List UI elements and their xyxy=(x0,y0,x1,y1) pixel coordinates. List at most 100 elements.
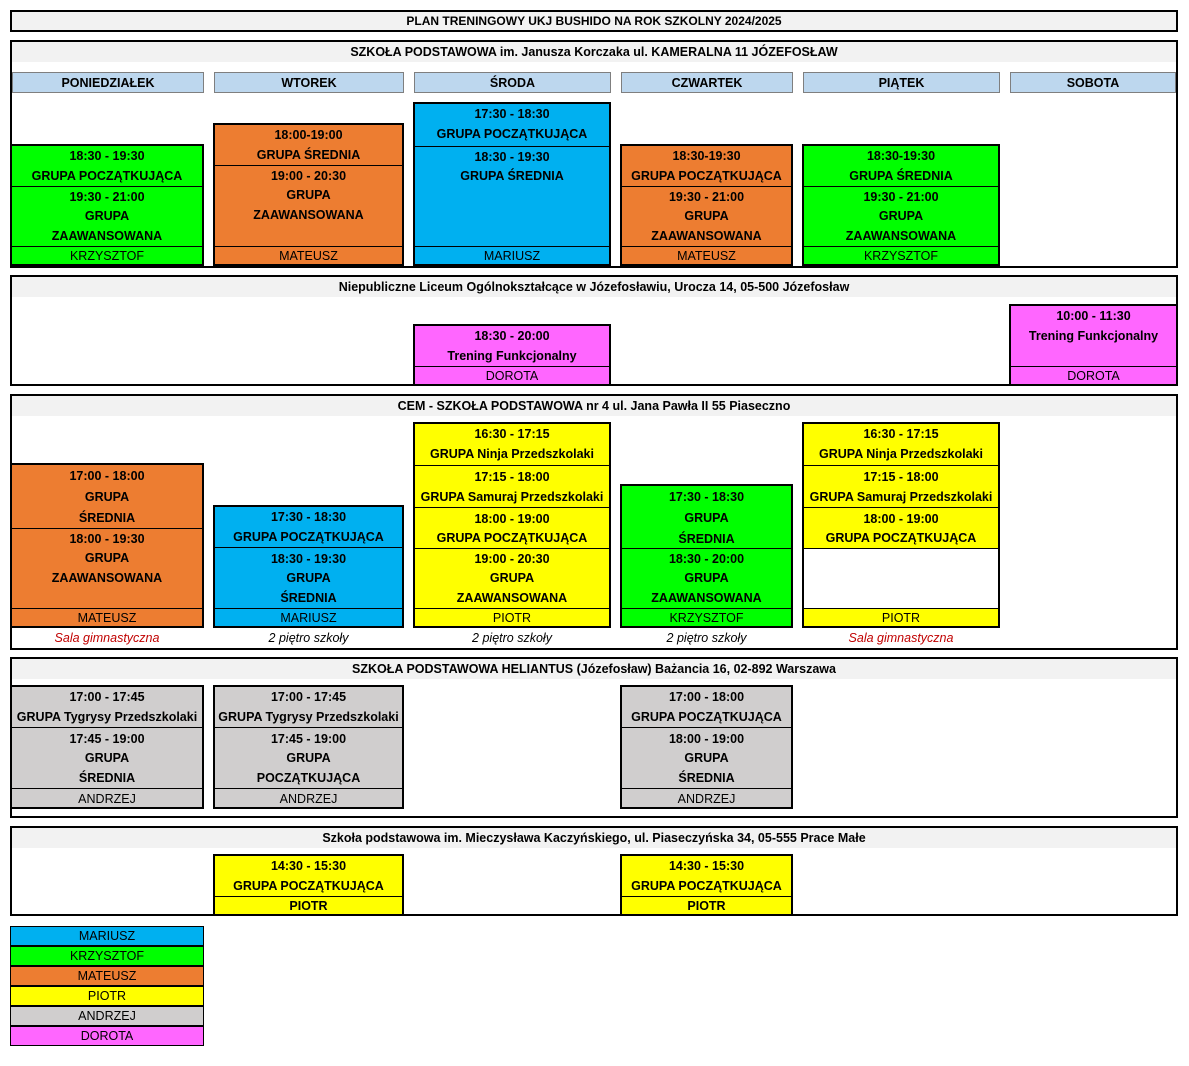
trainer-name: KRZYSZTOF xyxy=(804,246,998,265)
schedule-block-s3-friday: 16:30 - 17:15 GRUPA Ninja Przedszkolaki … xyxy=(802,422,1000,628)
time-slot: 18:30 - 19:30 xyxy=(215,547,402,569)
page-title: PLAN TRENINGOWY UKJ BUSHIDO NA ROK SZKOL… xyxy=(10,10,1178,32)
schedule-block-s3-tuesday: 17:30 - 18:30 GRUPA POCZĄTKUJĄCA 18:30 -… xyxy=(213,505,404,628)
time-slot: 19:30 - 21:00 xyxy=(12,186,202,207)
group-name: ZAAWANSOWANA xyxy=(51,229,163,243)
group-name: GRUPA ŚREDNIA xyxy=(849,169,953,183)
group-name: GRUPA xyxy=(684,751,729,765)
day-header-saturday: SOBOTA xyxy=(1010,72,1176,93)
time-slot: 17:30 - 18:30 xyxy=(474,107,550,121)
time-slot: 17:00 - 17:45 xyxy=(69,690,145,704)
group-name: ŚREDNIA xyxy=(678,771,735,785)
time-slot: 17:15 - 18:00 xyxy=(804,465,998,487)
time-slot: 18:30-19:30 xyxy=(866,149,936,163)
section-title: Szkoła podstawowa im. Mieczysława Kaczyń… xyxy=(12,828,1176,848)
group-name: GRUPA Ninja Przedszkolaki xyxy=(430,447,594,461)
time-slot: 18:00 - 19:00 xyxy=(415,507,609,529)
location-note-tuesday: 2 piętro szkoły xyxy=(268,631,349,645)
trainer-name: PIOTR xyxy=(215,896,402,915)
group-name: GRUPA xyxy=(286,571,331,585)
schedule-block-s1-thursday: 18:30-19:30 GRUPA POCZĄTKUJĄCA 19:30 - 2… xyxy=(620,144,793,266)
group-name: ŚREDNIA xyxy=(78,771,136,785)
trainer-name: ANDRZEJ xyxy=(215,788,402,808)
time-slot: 18:30-19:30 xyxy=(672,149,741,163)
group-name: ZAAWANSOWANA xyxy=(253,208,364,222)
group-name: GRUPA xyxy=(286,188,331,202)
group-name: ŚREDNIA xyxy=(678,531,735,546)
group-name: GRUPA POCZĄTKUJĄCA xyxy=(631,710,782,724)
trainer-name: MARIUSZ xyxy=(215,608,402,627)
group-name: GRUPA Samuraj Przedszkolaki xyxy=(420,489,604,504)
group-name: ZAAWANSOWANA xyxy=(51,571,163,585)
group-name: GRUPA xyxy=(878,209,924,223)
time-slot: 19:00 - 20:30 xyxy=(415,548,609,569)
time-slot: 18:00-19:00 xyxy=(274,128,343,142)
legend-item-dorota: DOROTA xyxy=(10,1026,204,1046)
schedule-block-s5-thursday: 14:30 - 15:30 GRUPA POCZĄTKUJĄCA PIOTR xyxy=(620,854,793,916)
group-name: GRUPA xyxy=(489,571,535,585)
schedule-block-s2-saturday: 10:00 - 11:30 Trening Funkcjonalny DOROT… xyxy=(1009,304,1178,386)
time-slot: 17:45 - 19:00 xyxy=(12,727,202,749)
group-name: GRUPA POCZĄTKUJĄCA xyxy=(436,127,588,141)
schedule-block-s1-tuesday: 18:00-19:00 GRUPA ŚREDNIA 19:00 - 20:30 … xyxy=(213,123,404,266)
group-name: GRUPA Tygrysy Przedszkolaki xyxy=(16,710,198,724)
legend-item-andrzej: ANDRZEJ xyxy=(10,1006,204,1026)
schedule-block-s4-tuesday: 17:00 - 17:45 GRUPA Tygrysy Przedszkolak… xyxy=(213,685,404,809)
group-name: GRUPA xyxy=(286,751,331,765)
legend-item-piotr: PIOTR xyxy=(10,986,204,1006)
day-header-wednesday: ŚRODA xyxy=(414,72,611,93)
legend-item-mateusz: MATEUSZ xyxy=(10,966,204,986)
schedule-block-s2-wednesday: 18:30 - 20:00 Trening Funkcjonalny DOROT… xyxy=(413,324,611,386)
time-slot: 19:30 - 21:00 xyxy=(622,186,791,207)
day-header-tuesday: WTOREK xyxy=(214,72,404,93)
group-name: GRUPA Samuraj Przedszkolaki xyxy=(809,489,993,504)
group-name: GRUPA POCZĄTKUJĄCA xyxy=(436,531,588,545)
empty-slot xyxy=(804,548,998,609)
group-name: Trening Funkcjonalny xyxy=(447,349,577,363)
group-name: GRUPA POCZĄTKUJĄCA xyxy=(631,169,782,183)
time-slot: 18:00 - 19:30 xyxy=(12,528,202,549)
time-slot: 14:30 - 15:30 xyxy=(270,859,347,873)
group-name: ZAAWANSOWANA xyxy=(456,591,568,605)
group-name: GRUPA xyxy=(84,489,130,504)
time-slot: 17:00 - 18:00 xyxy=(668,690,745,704)
time-slot: 18:30 - 20:00 xyxy=(474,329,550,343)
time-slot: 16:30 - 17:15 xyxy=(863,427,939,441)
group-name: ŚREDNIA xyxy=(280,591,337,605)
time-slot: 18:30 - 19:30 xyxy=(69,149,145,163)
trainer-name: PIOTR xyxy=(804,608,998,627)
group-name: GRUPA POCZĄTKUJĄCA xyxy=(631,879,782,893)
group-name: GRUPA xyxy=(84,551,130,565)
group-name: GRUPA xyxy=(84,209,130,223)
group-name: GRUPA POCZĄTKUJĄCA xyxy=(825,531,977,545)
time-slot: 17:00 - 17:45 xyxy=(270,690,347,704)
group-name: GRUPA ŚREDNIA xyxy=(256,148,361,162)
day-header-monday: PONIEDZIAŁEK xyxy=(12,72,204,93)
trainer-name: MATEUSZ xyxy=(12,608,202,627)
trainer-name: MATEUSZ xyxy=(215,246,402,265)
group-name: POCZĄTKUJĄCA xyxy=(256,771,361,785)
group-name: GRUPA POCZĄTKUJĄCA xyxy=(233,879,384,893)
time-slot: 19:00 - 20:30 xyxy=(215,165,402,186)
location-note-wednesday: 2 piętro szkoły xyxy=(472,631,552,645)
trainer-name: PIOTR xyxy=(622,896,791,915)
time-slot: 17:00 - 18:00 xyxy=(69,468,145,483)
schedule-block-s3-wednesday: 16:30 - 17:15 GRUPA Ninja Przedszkolaki … xyxy=(413,422,611,628)
day-header-thursday: CZWARTEK xyxy=(621,72,793,93)
schedule-block-s3-monday: 17:00 - 18:00 GRUPA ŚREDNIA 18:00 - 19:3… xyxy=(10,463,204,628)
schedule-block-s1-friday: 18:30-19:30 GRUPA ŚREDNIA 19:30 - 21:00 … xyxy=(802,144,1000,266)
time-slot: 16:30 - 17:15 xyxy=(474,427,550,441)
section-title: SZKOŁA PODSTAWOWA HELIANTUS (Józefosław)… xyxy=(12,659,1176,679)
trainer-name: DOROTA xyxy=(415,366,609,385)
group-name: ZAAWANSOWANA xyxy=(651,229,762,243)
time-slot: 17:45 - 19:00 xyxy=(215,727,402,749)
trainer-name: PIOTR xyxy=(415,608,609,627)
time-slot: 17:30 - 18:30 xyxy=(668,489,745,504)
time-slot: 19:30 - 21:00 xyxy=(804,186,998,207)
section-prace-male: Szkoła podstawowa im. Mieczysława Kaczyń… xyxy=(10,826,1178,916)
group-name: ZAAWANSOWANA xyxy=(845,229,957,243)
location-note-thursday: 2 piętro szkoły xyxy=(666,631,747,645)
time-slot: 14:30 - 15:30 xyxy=(668,859,745,873)
time-slot: 17:15 - 18:00 xyxy=(415,465,609,487)
time-slot: 17:30 - 18:30 xyxy=(270,510,347,524)
